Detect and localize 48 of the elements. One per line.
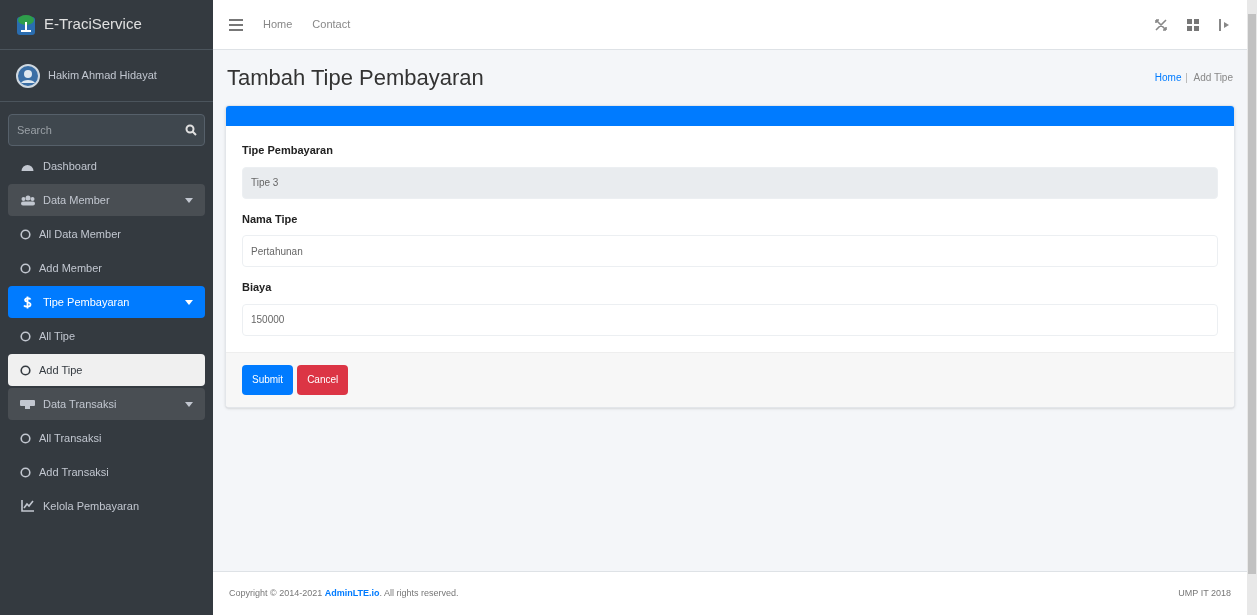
input-field[interactable]: 150000: [242, 303, 1218, 336]
user-name[interactable]: Hakim Ahmad Hidayat: [48, 67, 157, 84]
sidebar-item[interactable]: Data Member: [8, 184, 205, 216]
submenu-item[interactable]: Add Transaksi: [8, 456, 205, 488]
circle-icon: [20, 432, 31, 444]
submenu-item[interactable]: All Data Member: [8, 218, 205, 250]
form-button[interactable]: Submit: [242, 364, 294, 395]
search-icon[interactable]: [185, 124, 197, 136]
sidebar-item[interactable]: Kelola Pembayaran: [8, 490, 205, 522]
logo-icon: [16, 13, 36, 36]
sidebar-item[interactable]: Tipe Pembayaran: [8, 286, 205, 318]
user-avatar-icon: [16, 63, 40, 88]
circle-icon: [20, 330, 31, 342]
circle-icon: [20, 228, 31, 240]
input-field[interactable]: Pertahunan: [242, 235, 1218, 267]
form-button[interactable]: Cancel: [297, 364, 349, 395]
menu-icon[interactable]: [229, 18, 243, 31]
submenu-item[interactable]: Add Tipe: [8, 354, 205, 386]
caret-icon: [185, 299, 193, 305]
nav-link[interactable]: Contact: [312, 16, 351, 33]
fullscreen-icon[interactable]: [1155, 18, 1167, 31]
users-icon: [20, 194, 35, 206]
nav-link[interactable]: Home: [263, 16, 293, 33]
breadcrumb-item[interactable]: Home: [1154, 70, 1182, 85]
sidebar-toggle-icon[interactable]: [1219, 18, 1231, 31]
cash-icon: [20, 399, 35, 409]
sidebar-item[interactable]: Dashboard: [8, 150, 205, 182]
search-field[interactable]: Search: [8, 114, 205, 146]
grid-icon[interactable]: [1187, 18, 1199, 31]
submenu-item[interactable]: All Transaksi: [8, 422, 205, 454]
chart-icon: [21, 500, 34, 512]
circle-icon: [20, 466, 31, 478]
page-title: Tambah Tipe Pembayaran: [227, 64, 484, 92]
field-label: Nama Tipe: [242, 211, 299, 227]
dollar-icon: [23, 295, 32, 309]
caret-icon: [185, 401, 193, 407]
sidebar-item[interactable]: Data Transaksi: [8, 388, 205, 420]
circle-icon: [20, 262, 31, 274]
copyright-text: Copyright © 2014-2021 AdminLTE.io. All rights reserved.: [229, 586, 459, 600]
submenu-item[interactable]: All Tipe: [8, 320, 205, 352]
version-text: UMP IT 2018: [1178, 586, 1231, 600]
brand-title[interactable]: E-TraciService: [44, 13, 142, 36]
field-label: Biaya: [242, 280, 273, 295]
caret-icon: [185, 197, 193, 203]
breadcrumb-item: Add Tipe: [1193, 71, 1233, 85]
submenu-item[interactable]: Add Member: [8, 252, 205, 284]
circle-icon: [20, 364, 31, 376]
field-label: Tipe Pembayaran: [242, 143, 334, 158]
